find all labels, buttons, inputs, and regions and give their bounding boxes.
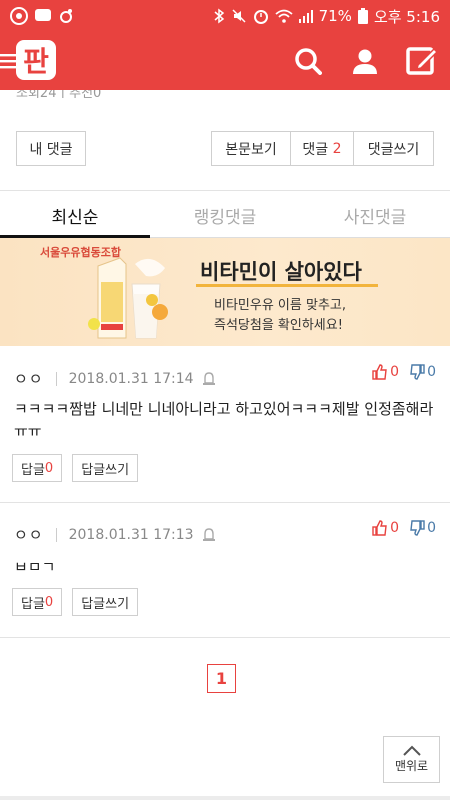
search-icon[interactable] [290, 43, 326, 79]
reply-label: 답글 [21, 462, 45, 478]
comments-count-button[interactable]: 댓글 2 [291, 131, 354, 166]
mute-icon [231, 8, 247, 24]
dislike-count: 0 [427, 364, 436, 380]
meta-separator [55, 371, 57, 386]
comment-action-group: 본문보기 댓글 2 댓글쓰기 [211, 131, 434, 166]
partial-meta-text: 조회24 | 추천0 [16, 90, 102, 98]
reply-count-button[interactable]: 답글 0 [12, 588, 63, 616]
write-reply-label: 답글쓰기 [81, 596, 130, 612]
signal-icon [298, 9, 313, 23]
tab-photo[interactable]: 사진댓글 [300, 193, 450, 237]
battery-icon [357, 8, 368, 24]
comment-actions: 답글 0 답글쓰기 [12, 454, 139, 482]
milk-product-image [88, 257, 168, 339]
comment-author[interactable]: ㅇㅇ [14, 524, 44, 545]
thumbs-up-icon [372, 520, 387, 536]
comment-sort-tabs: 최신순 랭킹댓글 사진댓글 [0, 193, 450, 238]
tab-photo-label: 사진댓글 [343, 207, 407, 228]
write-reply-label: 답글쓰기 [81, 462, 130, 478]
write-reply-button[interactable]: 답글쓰기 [72, 588, 139, 616]
report-icon[interactable] [202, 371, 216, 386]
comment-meta: ㅇㅇ 2018.01.31 17:13 [14, 524, 216, 545]
thumbs-up-icon [372, 364, 387, 380]
notification-icon [10, 7, 28, 25]
comment-actions: 답글 0 답글쓰기 [12, 588, 139, 616]
comment-meta: ㅇㅇ 2018.01.31 17:14 [14, 368, 216, 389]
ad-banner[interactable]: 서울우유협동조합 비타민이 살아있다 비타민우유 이름 맞추고, 즉석당첨을 확… [0, 238, 450, 346]
comments-label: 댓글 [302, 141, 329, 158]
status-bar: 71% 오후 5:16 [0, 0, 450, 32]
sync-icon [58, 8, 74, 24]
comment-votes: 0 0 [372, 520, 436, 536]
thumbs-down-icon [410, 520, 425, 536]
banner-subtitle-2: 즉석당첨을 확인하세요! [214, 318, 343, 333]
pann-logo[interactable]: 판 [14, 38, 58, 82]
page-number-current[interactable]: 1 [207, 664, 236, 693]
comment-votes: 0 0 [372, 364, 436, 380]
alarm-icon [253, 8, 269, 24]
write-icon[interactable] [404, 43, 440, 79]
status-time: 오후 5:16 [373, 7, 440, 26]
report-icon[interactable] [202, 527, 216, 542]
write-comment-button[interactable]: 댓글쓰기 [354, 131, 434, 166]
banner-title: 비타민이 살아있다 [200, 260, 362, 284]
dislike-button[interactable]: 0 [409, 364, 436, 380]
comment-text: ㅂㅁㄱ [14, 558, 56, 576]
dislike-button[interactable]: 0 [409, 520, 436, 536]
user-icon[interactable] [347, 43, 383, 79]
wifi-icon [275, 9, 293, 23]
divider [0, 502, 450, 503]
reply-count: 0 [44, 594, 54, 610]
divider [0, 637, 450, 638]
logo-text: 판 [23, 45, 49, 78]
bottom-edge [0, 796, 450, 800]
back-to-top-button[interactable]: 맨위로 [383, 736, 440, 783]
tab-ranking-label: 랭킹댓글 [193, 207, 257, 228]
comments-count: 2 [332, 140, 342, 157]
reply-label: 답글 [21, 596, 45, 612]
battery-percent: 71% [318, 7, 352, 25]
tab-ranking[interactable]: 랭킹댓글 [150, 193, 300, 237]
partial-meta-row: 조회24 | 추천0 [0, 90, 450, 98]
meta-separator [55, 527, 57, 542]
chevron-up-icon [402, 745, 421, 756]
back-to-top-label: 맨위로 [394, 759, 429, 773]
bluetooth-icon [213, 8, 225, 24]
like-button[interactable]: 0 [372, 520, 399, 536]
comment-date: 2018.01.31 17:14 [68, 370, 194, 387]
like-button[interactable]: 0 [372, 364, 399, 380]
reply-count-button[interactable]: 답글 0 [12, 454, 63, 482]
tab-latest-label: 최신순 [51, 207, 99, 228]
view-post-button[interactable]: 본문보기 [211, 131, 291, 166]
comment-date: 2018.01.31 17:13 [68, 526, 194, 543]
like-count: 0 [390, 520, 400, 536]
my-comments-label: 내 댓글 [29, 141, 73, 158]
write-reply-button[interactable]: 답글쓰기 [72, 454, 139, 482]
like-count: 0 [390, 364, 400, 380]
banner-subtitle-1: 비타민우유 이름 맞추고, [214, 298, 346, 313]
chat-icon [34, 7, 52, 25]
app-header: 판 [0, 32, 450, 90]
tab-latest[interactable]: 최신순 [0, 193, 150, 238]
comment-author[interactable]: ㅇㅇ [14, 368, 44, 389]
dislike-count: 0 [427, 520, 436, 536]
reply-count: 0 [44, 460, 54, 476]
comment-text: ㅋㅋㅋㅋ짬밥 니네만 니네아니라고 하고있어ㅋㅋㅋ제발 인정좀해라 ㅠㅠ [14, 400, 434, 440]
thumbs-down-icon [410, 364, 425, 380]
write-comment-label: 댓글쓰기 [367, 141, 420, 158]
divider [0, 190, 450, 191]
view-post-label: 본문보기 [225, 141, 277, 158]
banner-title-underline [196, 284, 378, 287]
my-comments-button[interactable]: 내 댓글 [16, 131, 86, 166]
